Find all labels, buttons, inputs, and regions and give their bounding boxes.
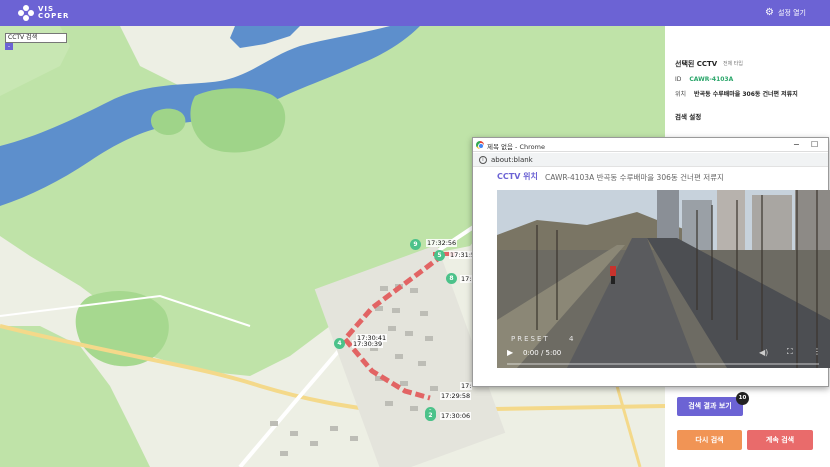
fullscreen-icon[interactable]: ⛶ <box>787 347 793 357</box>
app-header: VIS COPER ⚙ 설정 열기 <box>0 0 830 26</box>
cctv-marker[interactable]: 9 <box>410 239 421 250</box>
selected-cctv-type: 전체 타입 <box>723 61 743 67</box>
cctv-marker[interactable]: 2 <box>425 410 436 421</box>
time-label: 17: <box>460 382 473 390</box>
more-options-icon[interactable]: ⋮ <box>813 347 821 356</box>
cctv-location-heading: CCTV 위치 <box>497 172 538 181</box>
open-settings-label: 설정 열기 <box>778 9 806 17</box>
selected-cctv-title: 선택된 CCTV <box>675 60 718 68</box>
time-label: 17:32:56 <box>426 239 458 247</box>
video-cyclist-legs <box>611 276 615 284</box>
island <box>190 88 286 153</box>
popup-window-title: 제목 없음 - Chrome <box>487 143 545 151</box>
popup-url: about:blank <box>491 156 533 164</box>
view-results-button[interactable]: 검색 결과 보기 <box>677 397 743 416</box>
time-label: 17: <box>460 275 473 283</box>
time-label: 17:30:39 <box>352 340 384 348</box>
gear-icon: ⚙ <box>765 7 774 18</box>
video-progress-bar[interactable] <box>507 363 819 365</box>
time-label: 17:29:58 <box>440 392 472 400</box>
cctv-location-row: 위치 반곡동 수루배마을 306동 건너편 저류지 <box>675 89 798 98</box>
time-label: 17:30:06 <box>440 412 472 420</box>
cctv-location-detail: CAWR-4103A 반곡동 수루배마을 306동 건너편 저류지 <box>545 173 724 182</box>
id-label: ID <box>675 76 682 83</box>
cctv-search-input[interactable]: CCTV 검색 <box>5 33 67 43</box>
preset-number: 4 <box>569 335 574 343</box>
cctv-id-row: ID CAWR-4103A <box>675 76 733 83</box>
chrome-icon <box>476 141 484 149</box>
popup-titlebar[interactable]: 제목 없음 - Chrome − ☐ <box>473 138 828 152</box>
address-bar[interactable]: i about:blank <box>473 153 828 167</box>
logo-text: VIS COPER <box>38 5 70 20</box>
volume-icon[interactable]: ◀) <box>759 348 768 357</box>
location-label: 위치 <box>675 91 687 98</box>
continue-search-button[interactable]: 계속 검색 <box>747 430 813 450</box>
maximize-icon[interactable]: ☐ <box>811 139 818 151</box>
retry-search-button[interactable]: 다시 검색 <box>677 430 742 450</box>
minimize-icon[interactable]: − <box>793 139 800 151</box>
id-value: CAWR-4103A <box>689 76 734 83</box>
video-time: 0:00 / 5:00 <box>523 349 562 357</box>
open-settings-button[interactable]: ⚙ 설정 열기 <box>765 8 806 18</box>
results-count-badge: 10 <box>736 392 749 405</box>
search-settings-title: 검색 설정 <box>675 113 702 121</box>
cctv-video-player[interactable]: PRESET 4 ▶ 0:00 / 5:00 ◀) ⛶ ⋮ <box>497 190 830 368</box>
logo-mark-icon <box>18 5 34 21</box>
video-cyclist <box>610 266 616 276</box>
location-value: 반곡동 수루배마을 306동 건너편 저류지 <box>694 91 798 98</box>
cctv-marker[interactable]: 8 <box>446 273 457 284</box>
cctv-marker[interactable]: 5 <box>434 250 445 261</box>
info-icon[interactable]: i <box>479 156 487 164</box>
map-collapse-button[interactable]: - <box>5 43 13 50</box>
play-icon[interactable]: ▶ <box>507 348 513 357</box>
logo[interactable]: VIS COPER <box>18 5 69 21</box>
river-upper <box>230 26 300 48</box>
cctv-popup-window[interactable]: 제목 없음 - Chrome − ☐ i about:blank CCTV 위치… <box>472 137 830 387</box>
preset-label: PRESET <box>511 335 550 343</box>
cctv-marker[interactable]: 4 <box>334 338 345 349</box>
